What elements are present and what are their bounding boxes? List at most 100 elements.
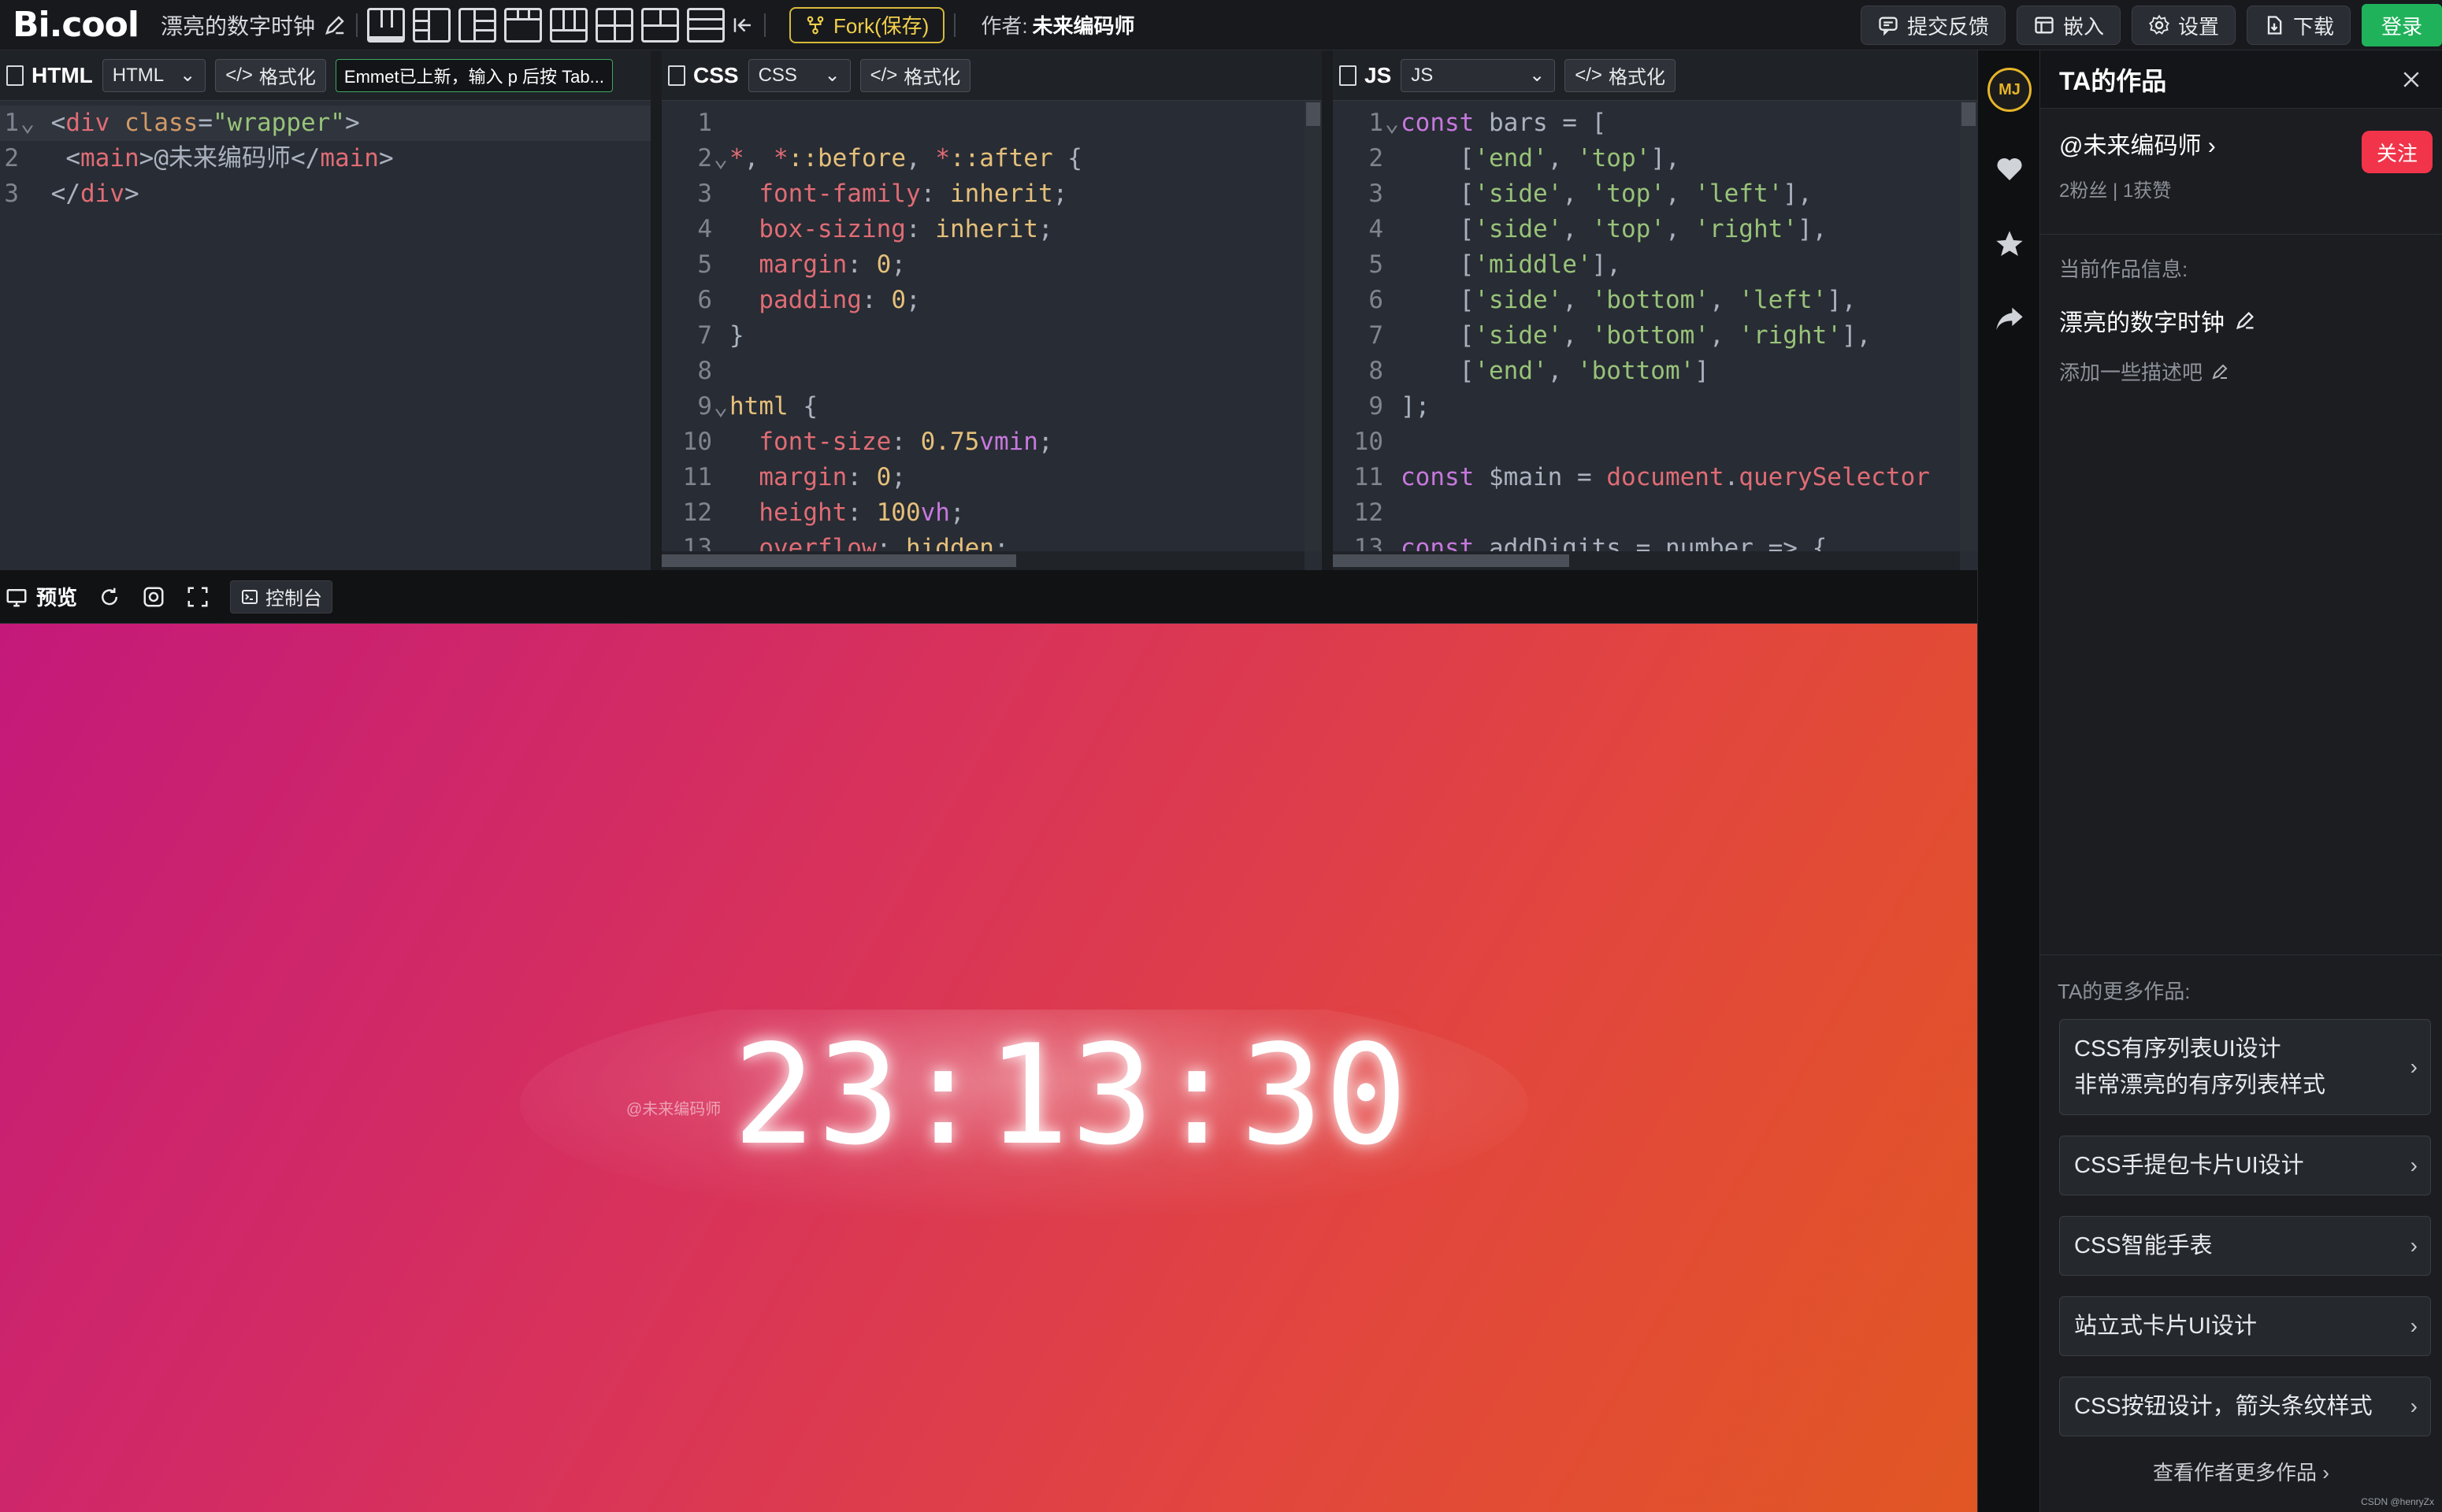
- current-work-description[interactable]: 添加一些描述吧: [2059, 357, 2423, 386]
- js-label: JS: [1364, 62, 1392, 87]
- css-editor-pane: CSS CSS ⌄ </> 格式化 1 2 ⌄ *, *::before, *::a…: [662, 50, 1333, 570]
- layout-quad-icon[interactable]: [640, 7, 679, 43]
- css-scrollbar-horizontal[interactable]: [662, 551, 1305, 570]
- console-label: 控制台: [265, 588, 323, 610]
- chevron-down-icon: ⌄: [1529, 65, 1546, 86]
- work-card[interactable]: CSS手提包卡片UI设计 ›: [2059, 1136, 2431, 1195]
- code-line: 3 ['side', 'top', 'left'],: [1368, 180, 1813, 208]
- html-pane-header: HTML HTML ⌄ </> 格式化 Emmet已上新，输入 p 后按 Tab…: [0, 50, 651, 101]
- code-line: 2 ['end', 'top'],: [1368, 144, 1680, 172]
- html-select-value: HTML: [112, 64, 165, 86]
- edit-icon[interactable]: [2210, 362, 2229, 381]
- layout-top-bottom-icon[interactable]: [366, 7, 405, 43]
- code-line: 1: [697, 109, 712, 137]
- fork-label: Fork(保存): [833, 14, 930, 38]
- embed-icon: [2035, 17, 2054, 34]
- collapse-left-icon[interactable]: [731, 13, 755, 37]
- code-line: 10: [1353, 428, 1383, 456]
- brand-logo[interactable]: Bi.cool: [13, 5, 139, 45]
- more-works-label: TA的更多作品:: [2058, 980, 2191, 1003]
- code-line: 3 font-family: inherit;: [697, 180, 1068, 208]
- css-pane-title: CSS: [668, 63, 739, 88]
- css-format-button[interactable]: </> 格式化: [859, 58, 971, 92]
- code-line: 7 ['side', 'bottom', 'right'],: [1368, 321, 1872, 350]
- top-bar: Bi.cool 漂亮的数字时钟 Fork(保存) 作者: 未来编码师 提交反馈 …: [0, 0, 2442, 50]
- html-file-icon: [6, 65, 24, 86]
- layout-left-icon[interactable]: [412, 7, 451, 43]
- embed-button[interactable]: 嵌入: [2016, 6, 2121, 45]
- js-code[interactable]: 1 ⌄ const bars = [ 2 ['end', 'top'], 3 ['s…: [1333, 101, 1977, 566]
- settings-button[interactable]: 设置: [2131, 6, 2236, 45]
- code-line: 5 ['middle'],: [1368, 250, 1621, 279]
- preview-canvas[interactable]: @未来编码师 23:13:30: [0, 624, 1977, 1512]
- avatar[interactable]: MJ: [1987, 68, 2032, 112]
- fullscreen-icon[interactable]: [186, 585, 210, 609]
- js-preprocessor-select[interactable]: JS ⌄: [1401, 58, 1556, 92]
- edit-icon[interactable]: [323, 13, 347, 37]
- action-strip: MJ: [1977, 50, 2040, 1512]
- edit-icon[interactable]: [2234, 309, 2256, 332]
- html-editor-pane: HTML HTML ⌄ </> 格式化 Emmet已上新，输入 p 后按 Tab…: [0, 50, 662, 570]
- share-icon[interactable]: [1994, 302, 2025, 334]
- css-pane-header: CSS CSS ⌄ </> 格式化: [662, 50, 1322, 101]
- star-icon[interactable]: [1994, 228, 2025, 260]
- html-code[interactable]: 1 ⌄ <div class="wrapper"> 2 <main>@未来编码师<…: [0, 101, 651, 212]
- close-icon[interactable]: [2399, 68, 2423, 91]
- code-line: 4 ['side', 'top', 'right'],: [1368, 215, 1828, 243]
- feedback-button[interactable]: 提交反馈: [1860, 6, 2006, 45]
- code-line: 9 ⌄ html {: [697, 392, 818, 421]
- heart-icon[interactable]: [1994, 153, 2025, 184]
- layout-rows-icon[interactable]: [686, 7, 725, 43]
- code-line: 4 box-sizing: inherit;: [697, 215, 1053, 243]
- js-scrollbar-vertical[interactable]: [1960, 101, 1977, 551]
- code-line: 6 padding: 0;: [697, 286, 921, 314]
- html-format-button[interactable]: </> 格式化: [215, 58, 326, 92]
- screenshot-icon[interactable]: [142, 585, 165, 609]
- js-format-button[interactable]: </> 格式化: [1564, 58, 1676, 92]
- settings-label: 设置: [2177, 14, 2219, 39]
- work-card[interactable]: 站立式卡片UI设计 ›: [2059, 1296, 2431, 1356]
- layout-columns-icon[interactable]: [503, 7, 542, 43]
- description-placeholder: 添加一些描述吧: [2059, 361, 2203, 384]
- work-card-title: CSS手提包卡片UI设计: [2074, 1153, 2304, 1178]
- current-work-title-text: 漂亮的数字时钟: [2059, 310, 2225, 336]
- emmet-hint[interactable]: Emmet已上新，输入 p 后按 Tab...: [335, 58, 613, 92]
- current-work-title[interactable]: 漂亮的数字时钟: [2059, 303, 2423, 338]
- fork-button[interactable]: Fork(保存): [789, 6, 945, 43]
- author-name[interactable]: 未来编码师: [1033, 14, 1135, 38]
- console-button[interactable]: 控制台: [230, 580, 333, 613]
- refresh-icon[interactable]: [98, 585, 121, 609]
- download-button[interactable]: 下载: [2246, 6, 2351, 45]
- js-select-value: JS: [1411, 64, 1434, 86]
- work-card-title: CSS有序列表UI设计: [2074, 1036, 2281, 1062]
- css-preprocessor-select[interactable]: CSS ⌄: [748, 58, 851, 92]
- view-more-link[interactable]: 查看作者更多作品 ›: [2040, 1457, 2442, 1486]
- layout-switcher: [366, 7, 725, 43]
- chevron-right-icon: ›: [2410, 1054, 2418, 1079]
- follow-button[interactable]: 关注: [2362, 131, 2433, 173]
- work-card[interactable]: CSS有序列表UI设计 非常漂亮的有序列表样式 ›: [2059, 1019, 2431, 1115]
- js-scrollbar-horizontal[interactable]: [1333, 551, 1960, 570]
- css-code[interactable]: 1 2 ⌄ *, *::before, *::after { 3 font-fami…: [662, 101, 1322, 566]
- js-file-icon: [1339, 65, 1356, 86]
- html-preprocessor-select[interactable]: HTML ⌄: [102, 58, 206, 92]
- chevron-right-icon: ›: [2410, 1153, 2418, 1177]
- layout-grid-icon[interactable]: [595, 7, 633, 43]
- work-card-title: CSS按钮设计，箭头条纹样式: [2074, 1394, 2373, 1419]
- code-line: 2 ⌄ *, *::before, *::after {: [697, 144, 1082, 172]
- html-format-label: 格式化: [258, 67, 316, 88]
- css-scrollbar-vertical[interactable]: [1305, 101, 1322, 551]
- login-button[interactable]: 登录: [2362, 4, 2442, 46]
- code-icon: </>: [225, 64, 253, 86]
- work-card[interactable]: CSS智能手表 ›: [2059, 1216, 2431, 1276]
- layout-right-icon[interactable]: [458, 7, 496, 43]
- download-icon: [2267, 16, 2282, 35]
- css-file-icon: [668, 65, 685, 86]
- fork-icon: [807, 16, 824, 34]
- works-panel-title: TA的作品: [2059, 66, 2167, 95]
- author-stats: 2粉丝 | 1获赞: [2059, 180, 2172, 202]
- preview-watermark: @未来编码师: [626, 1101, 722, 1118]
- work-card[interactable]: CSS按钮设计，箭头条纹样式 ›: [2059, 1377, 2431, 1436]
- layout-bottom-icon[interactable]: [549, 7, 588, 43]
- preview-title: 预览: [5, 582, 77, 611]
